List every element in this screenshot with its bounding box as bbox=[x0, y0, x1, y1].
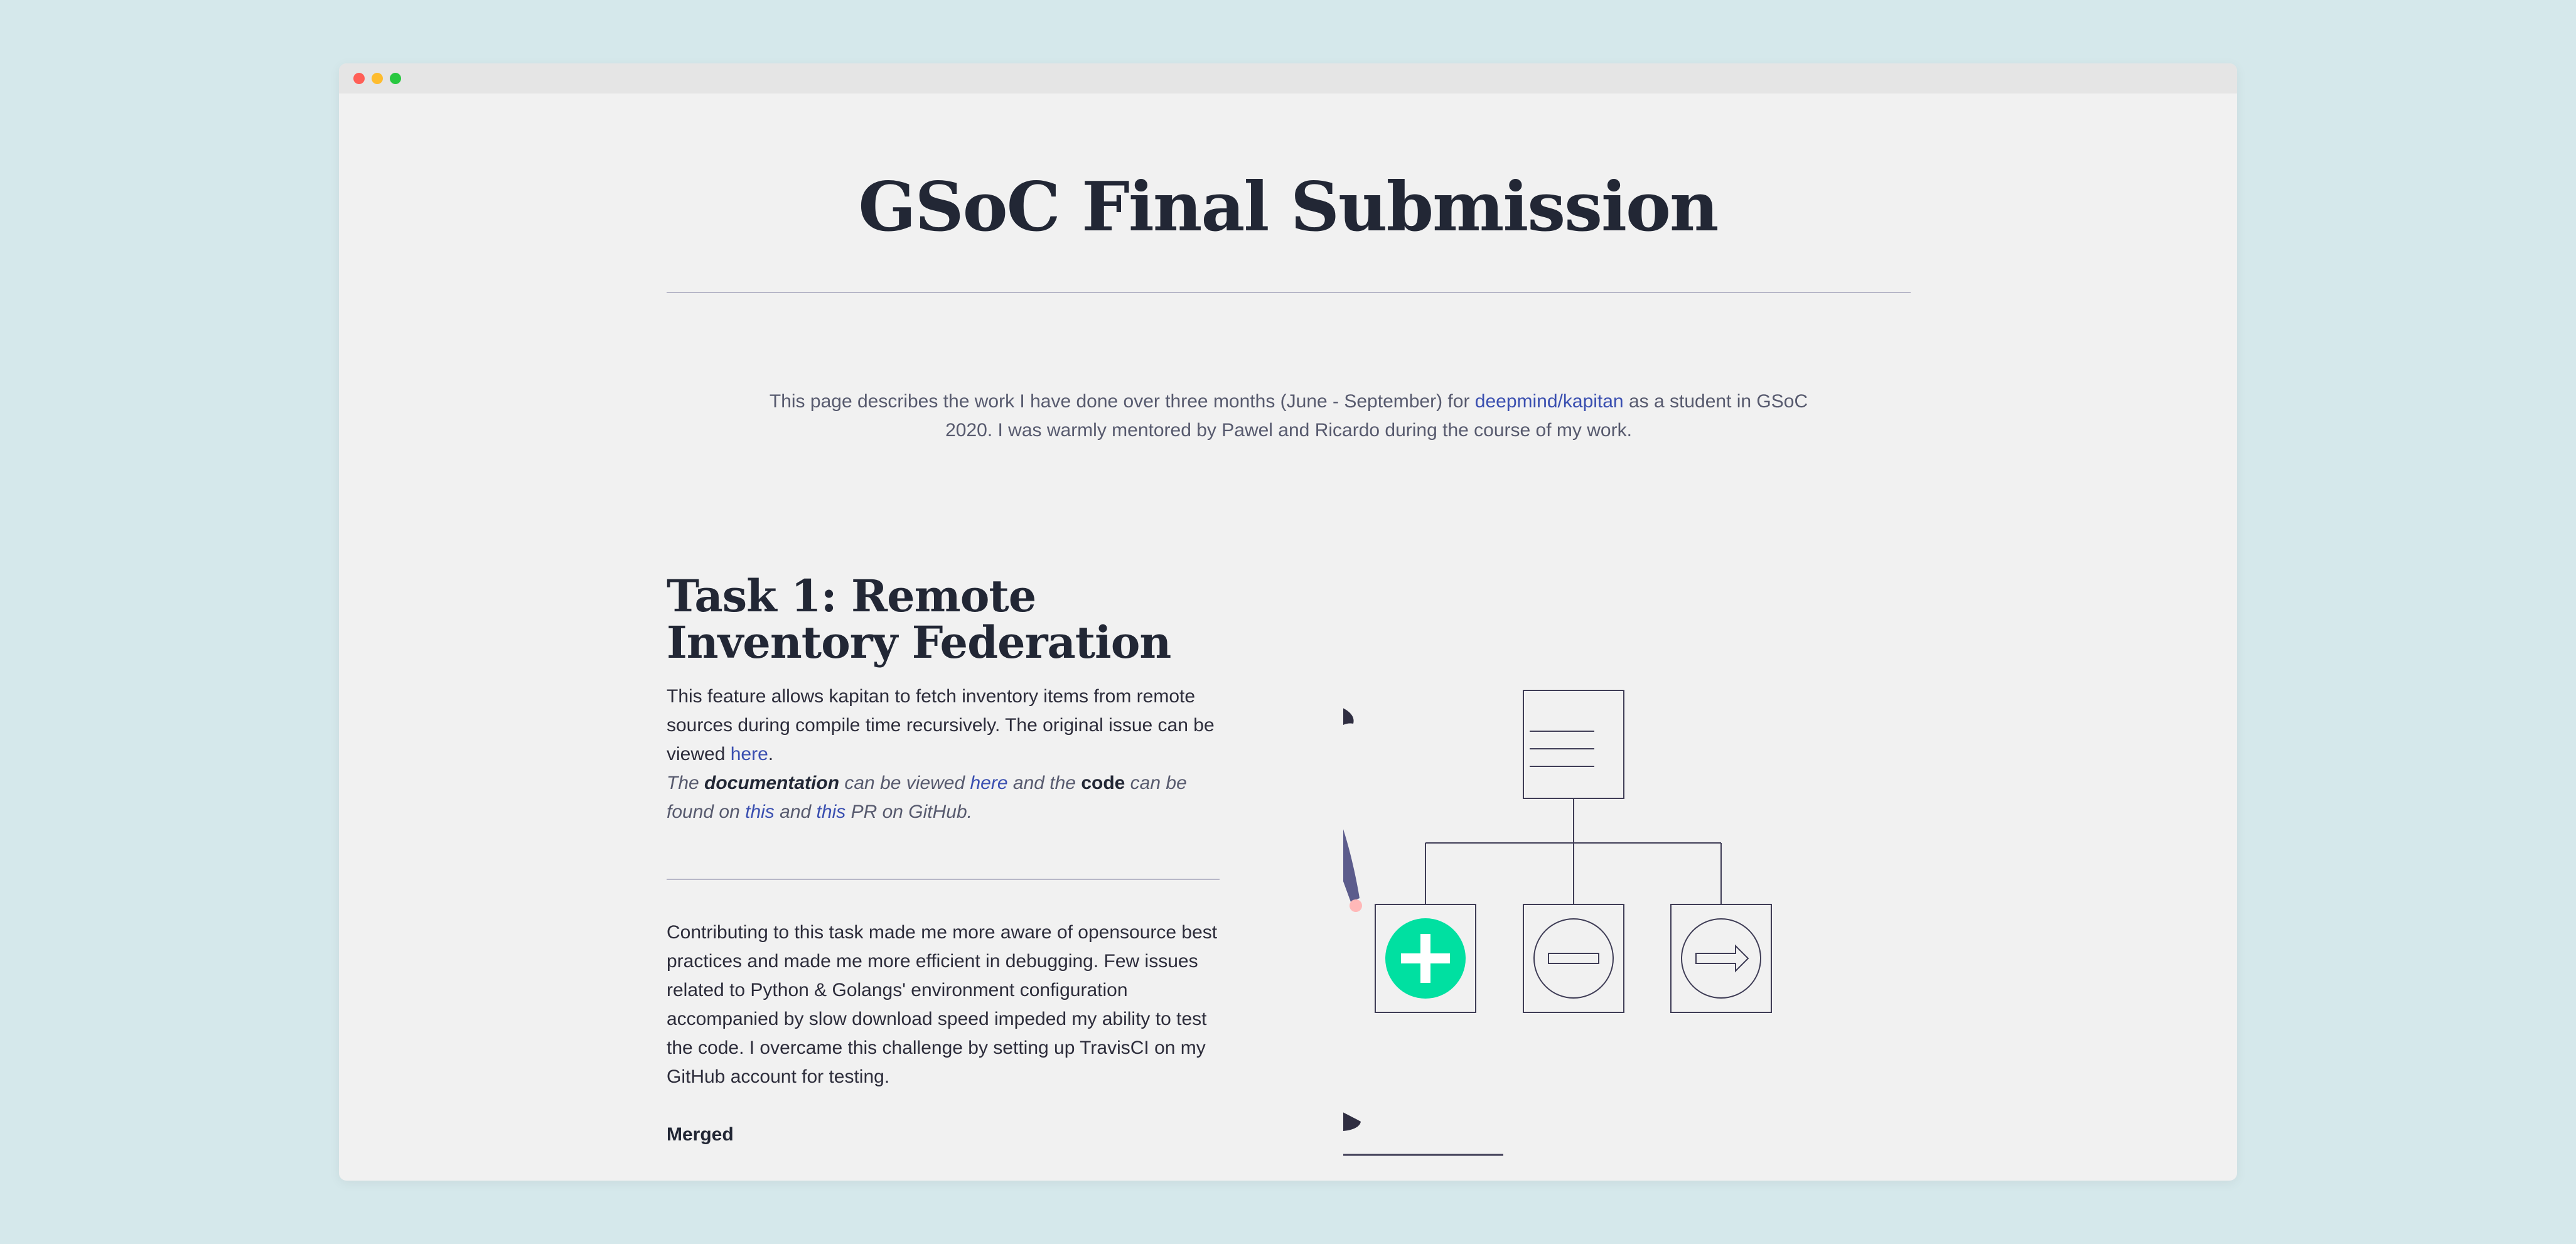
documentation-label: documentation bbox=[704, 773, 840, 793]
pr-link-2[interactable]: this bbox=[817, 802, 846, 822]
doc-text: and bbox=[774, 802, 817, 822]
person-with-hierarchy-illustration bbox=[1343, 690, 1772, 1156]
arrow-box bbox=[1670, 904, 1772, 1013]
task1-description: This feature allows kapitan to fetch inv… bbox=[667, 682, 1232, 769]
maximize-window-dot[interactable] bbox=[390, 73, 401, 84]
minus-box bbox=[1523, 904, 1624, 1013]
plus-icon bbox=[1385, 918, 1466, 999]
minus-icon bbox=[1548, 953, 1599, 964]
issue-link[interactable]: here bbox=[731, 744, 768, 764]
task1-doc-line: The documentation can be viewed here and… bbox=[667, 769, 1232, 827]
code-label: code bbox=[1081, 773, 1125, 793]
window-titlebar bbox=[339, 63, 2237, 94]
document-icon bbox=[1523, 690, 1624, 799]
task1-divider bbox=[667, 879, 1220, 880]
arrow-right-icon bbox=[1695, 944, 1749, 973]
close-window-dot[interactable] bbox=[353, 73, 365, 84]
task1-desc-end: . bbox=[768, 744, 774, 764]
doc-text: can be viewed bbox=[839, 773, 970, 793]
deepmind-kapitan-link[interactable]: deepmind/kapitan bbox=[1475, 391, 1624, 412]
intro-text-start: This page describes the work I have done… bbox=[769, 391, 1475, 412]
person-figure bbox=[1343, 708, 1362, 1131]
page-title: GSoC Final Submission bbox=[858, 168, 1719, 247]
browser-window: GSoC Final Submission This page describe… bbox=[339, 63, 2237, 1181]
minus-circle bbox=[1533, 918, 1614, 999]
pr-link-1[interactable]: this bbox=[745, 802, 775, 822]
task1-heading: Task 1: Remote Inventory Federation bbox=[667, 570, 1171, 668]
task1-status: Merged bbox=[667, 1124, 734, 1145]
minimize-window-dot[interactable] bbox=[372, 73, 383, 84]
task1-reflection: Contributing to this task made me more a… bbox=[667, 922, 1218, 1087]
intro-paragraph: This page describes the work I have done… bbox=[767, 387, 1810, 445]
title-divider bbox=[667, 292, 1911, 293]
doc-text: and the bbox=[1007, 773, 1081, 793]
doc-text: The bbox=[667, 773, 705, 793]
doc-text: PR on GitHub. bbox=[845, 802, 972, 822]
documentation-link[interactable]: here bbox=[970, 773, 1008, 793]
